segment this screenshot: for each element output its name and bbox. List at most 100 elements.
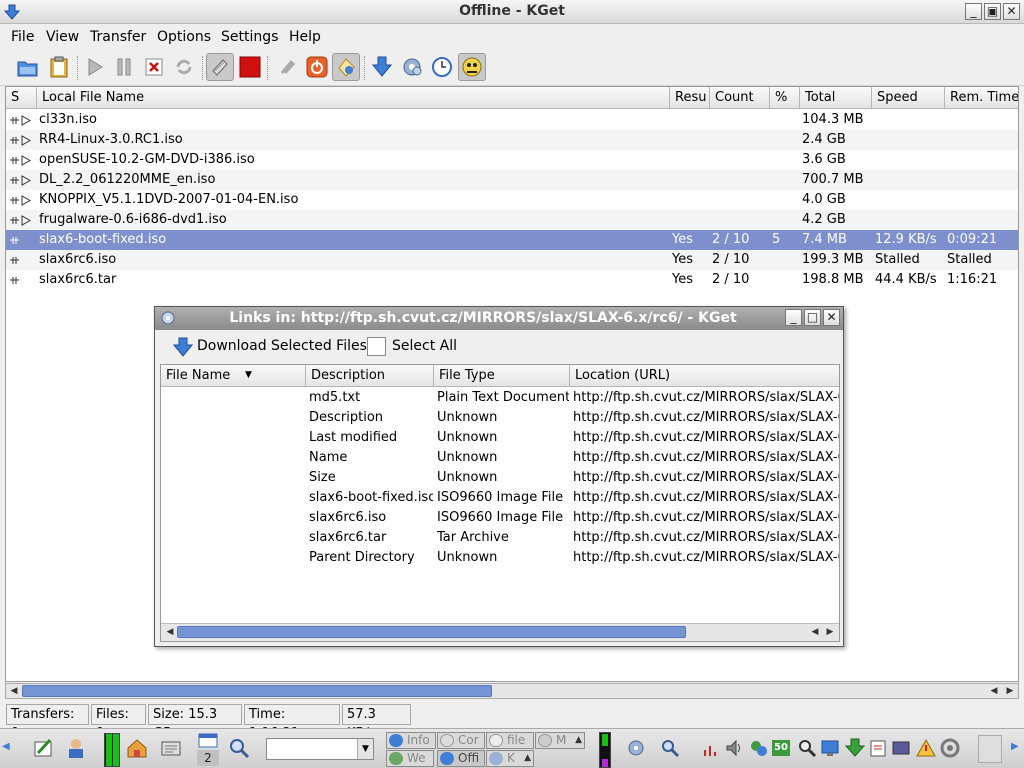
transfer-row[interactable]: slax6rc6.tar Yes 2 / 10 198.8 MB 44.4 KB/s 1:… [6,270,1018,290]
menu-help[interactable]: Help [289,29,321,45]
dialog-column-location[interactable]: Location (URL) [570,365,839,387]
dialog-minimize-button[interactable]: _ [785,309,802,326]
column-header-total[interactable]: Total [800,87,872,109]
preferences-icon[interactable] [398,53,426,81]
clipboard-tray-icon[interactable] [868,738,888,758]
delete-icon[interactable] [140,53,168,81]
user-icon[interactable] [65,737,87,759]
links-dialog[interactable]: Links in: http://ftp.sh.cvut.cz/MIRRORS/… [154,306,844,647]
dialog-horizontal-scrollbar[interactable]: ◀ ◀ ▶ [161,623,839,641]
network-monitor-icon[interactable] [599,732,611,768]
scroll-left-end-icon[interactable]: ◀ [7,684,21,698]
panel-hide-right-icon[interactable]: ▶ [1011,741,1019,752]
link-row[interactable]: md5.txtmd5.txtPlain Text Documenthttp://… [161,388,839,408]
main-horizontal-scrollbar[interactable]: ◀ ▶ ◀ [5,683,1019,699]
dialog-maximize-button[interactable]: □ [804,309,821,326]
combobox-arrow-icon[interactable]: ▼ [357,739,373,759]
link-row[interactable]: rc6SizeUnknownhttp://ftp.sh.cvut.cz/MIRR… [161,468,839,488]
menu-view[interactable]: View [46,29,79,45]
link-row[interactable]: rc6Last modifiedUnknownhttp://ftp.sh.cvu… [161,428,839,448]
dialog-scrollbar-thumb[interactable] [177,626,686,638]
task-group-arrow-2-icon[interactable]: ▲ [524,751,531,766]
open-icon[interactable] [14,53,42,81]
transfer-row[interactable]: slax6rc6.iso Yes 2 / 10 199.3 MB Stalled Stal… [6,250,1018,270]
scroll-left-icon[interactable]: ◀ [987,684,1001,698]
link-row[interactable]: slax6-boot-fixed.isoslax6-boot-fixed.iso… [161,488,839,508]
offline-mode-icon[interactable] [206,53,234,81]
dialog-scroll-left2-icon[interactable]: ◀ [808,625,822,639]
run-command-combobox[interactable]: ▼ [266,738,374,760]
kget-tray-icon[interactable] [626,738,646,758]
restore-button[interactable]: ▣ [984,3,1001,20]
fifty-hz-icon[interactable]: 50 [772,740,790,756]
transfer-row[interactable]: slax6-boot-fixed.iso Yes 2 / 10 5 7.4 MB 12.9… [6,230,1018,250]
keyboard-tray-icon[interactable] [891,738,911,758]
expert-mode-icon[interactable] [332,53,360,81]
start-icon[interactable] [81,53,109,81]
task-button-info[interactable]: Info [386,732,436,749]
download-tray-icon[interactable] [845,738,865,758]
transfer-row[interactable]: KNOPPIX_V5.1.1DVD-2007-01-04-EN.iso 4.0 G… [6,190,1018,210]
pause-icon[interactable] [110,53,138,81]
kget-dock-icon[interactable] [458,53,486,81]
close-button[interactable]: ✕ [1003,3,1020,20]
stop-icon[interactable] [236,53,264,81]
task-button-offline-kget[interactable]: Offi [437,750,485,767]
dialog-scroll-right-icon[interactable]: ▶ [823,625,837,639]
desktop-pager[interactable]: 2 [197,732,221,766]
column-header-remaining-time[interactable]: Rem. Time [945,87,1018,109]
transfer-row[interactable]: frugalware-0.6-i686-dvd1.iso 4.2 GB [6,210,1018,230]
transfer-row[interactable]: DL_2.2_061220MME_en.iso 700.7 MB [6,170,1018,190]
find-icon[interactable] [228,737,250,759]
task-button-file[interactable]: file [486,732,534,749]
task-button-k[interactable]: K ▲ [486,750,534,767]
column-header-status[interactable]: S [6,87,37,109]
menu-file[interactable]: File [11,29,34,45]
links-table[interactable]: File Name ▼ Description File Type Locati… [160,364,840,642]
auto-disconnect-icon[interactable] [273,53,301,81]
task-group-arrow-icon[interactable]: ▲ [575,733,582,748]
home-folder-icon[interactable] [126,737,148,759]
column-header-percent[interactable]: % [770,87,800,109]
task-button-m[interactable]: M ▲ [535,732,585,749]
menu-settings[interactable]: Settings [221,29,278,45]
link-row[interactable]: slax6rc6.isoslax6rc6.isoISO9660 Image Fi… [161,508,839,528]
shutdown-icon[interactable] [303,53,331,81]
transfer-row[interactable]: RR4-Linux-3.0.RC1.iso 2.4 GB [6,130,1018,150]
restart-icon[interactable] [170,53,198,81]
transfer-row[interactable]: openSUSE-10.2-GM-DVD-i386.iso 3.6 GB [6,150,1018,170]
column-header-local-file-name[interactable]: Local File Name [37,87,670,109]
column-header-speed[interactable]: Speed [872,87,945,109]
signal-tray-icon[interactable] [702,738,722,758]
dialog-app-icon[interactable] [160,310,176,326]
link-row[interactable]: rc6NameUnknownhttp://ftp.sh.cvut.cz/MIRR… [161,448,839,468]
clock-applet[interactable] [978,735,1002,763]
column-header-count[interactable]: Count [710,87,770,109]
paste-icon[interactable] [45,53,73,81]
search-tray-icon[interactable] [660,738,680,758]
display-tray-icon[interactable] [820,738,840,758]
link-row[interactable]: rc6DescriptionUnknownhttp://ftp.sh.cvut.… [161,408,839,428]
dialog-titlebar[interactable]: Links in: http://ftp.sh.cvut.cz/MIRRORS/… [155,307,843,330]
menu-options[interactable]: Options [157,29,211,45]
minimize-button[interactable]: _ [965,3,982,20]
drop-target-icon[interactable] [368,53,396,81]
link-row[interactable]: slax6rc6.tarslax6rc6.tarTar Archivehttp:… [161,528,839,548]
panel-hide-left-icon[interactable]: ◀ [2,741,10,752]
dialog-scroll-left-icon[interactable]: ◀ [163,625,177,639]
menu-transfer[interactable]: Transfer [90,29,146,45]
kwrite-icon[interactable] [32,737,54,759]
dialog-column-file-name[interactable]: File Name ▼ [161,365,306,387]
file-manager-icon[interactable] [160,737,182,759]
volume-icon[interactable] [724,738,744,758]
window-titlebar[interactable]: Offline - KGet _ ▣ ✕ [0,0,1024,24]
column-header-resume[interactable]: Resu [670,87,710,109]
task-button-we[interactable]: We [386,750,434,767]
task-button-cor[interactable]: Cor [437,732,485,749]
warning-tray-icon[interactable] [916,738,936,758]
scrollbar-thumb[interactable] [22,685,492,697]
network-tray-icon[interactable] [749,738,769,758]
link-row[interactable]: SLAX-6.xParent DirectoryUnknownhttp://ft… [161,548,839,568]
swirl-tray-icon[interactable] [940,738,960,758]
scroll-right-icon[interactable]: ▶ [1003,684,1017,698]
